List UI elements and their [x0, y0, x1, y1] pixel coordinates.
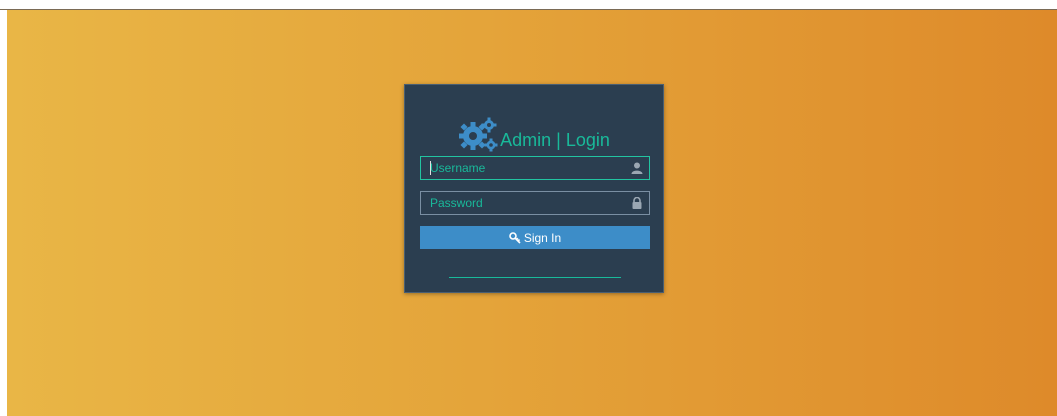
password-input[interactable] [421, 192, 649, 214]
user-icon [631, 162, 643, 174]
left-border [0, 10, 7, 416]
sign-in-button[interactable]: Sign In [420, 226, 650, 249]
gears-icon [459, 117, 498, 152]
sign-in-label: Sign In [523, 230, 562, 245]
text-caret [430, 161, 431, 175]
login-panel: Admin | Login Sign In [404, 84, 664, 293]
username-input[interactable] [421, 157, 649, 179]
lock-icon [632, 197, 642, 209]
password-field[interactable] [420, 191, 650, 215]
username-field[interactable] [420, 156, 650, 180]
login-header: Admin | Login [405, 115, 663, 153]
page: Admin | Login Sign In [0, 0, 1057, 416]
top-border [0, 0, 1057, 10]
footer-divider [449, 277, 621, 278]
login-title: Admin | Login [500, 130, 610, 150]
key-icon [509, 231, 521, 244]
